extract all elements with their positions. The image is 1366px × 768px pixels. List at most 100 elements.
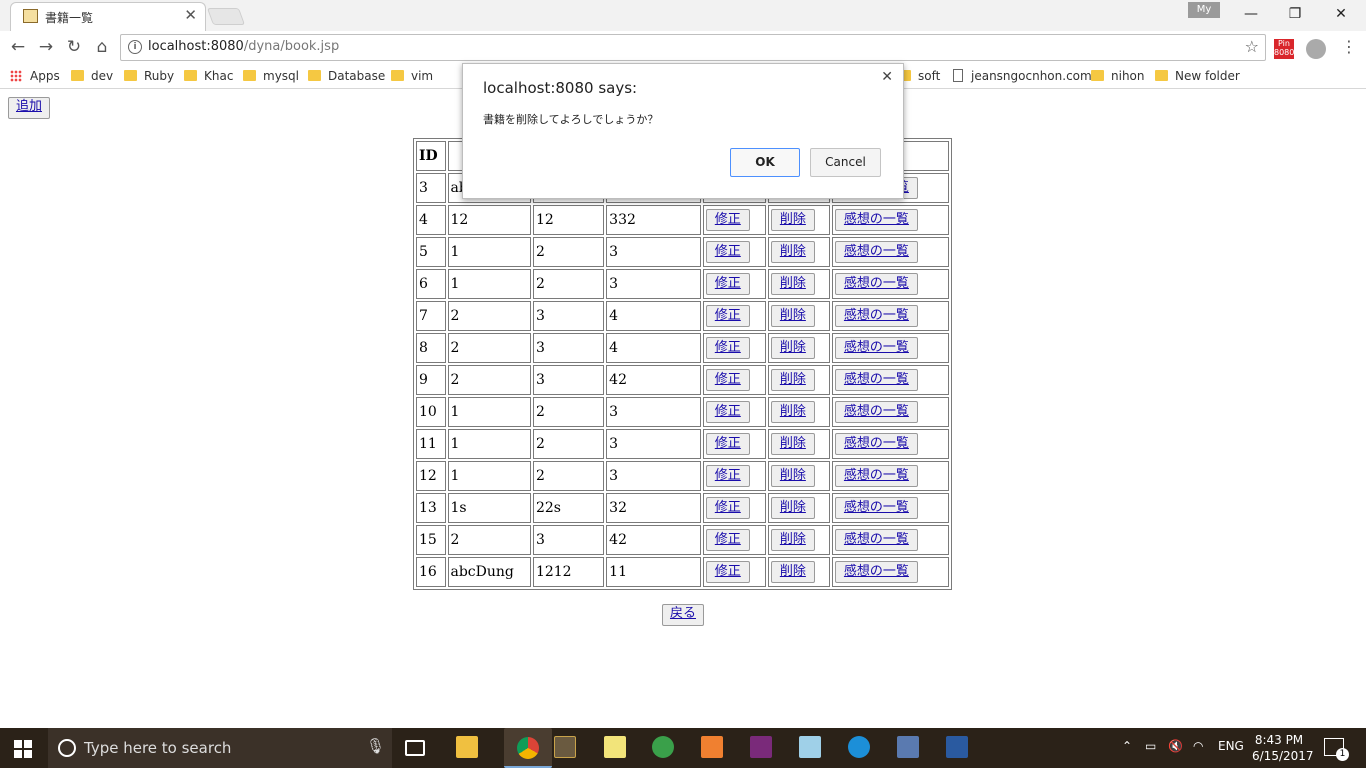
microphone-icon[interactable]: 🎙: [366, 737, 385, 755]
app-icon[interactable]: [750, 736, 772, 758]
cell-id: 3: [416, 173, 446, 203]
delete-button[interactable]: 削除: [770, 401, 815, 423]
minimize-button[interactable]: —: [1228, 2, 1274, 26]
close-tab-icon[interactable]: ✕: [184, 6, 197, 24]
pin-extension-icon[interactable]: Pin 8080: [1274, 39, 1294, 59]
review-list-button[interactable]: 感想の一覧: [834, 273, 918, 295]
address-bar[interactable]: i localhost:8080/dyna/book.jsp ☆: [120, 34, 1266, 61]
cell-col2: 2: [532, 269, 605, 299]
delete-button[interactable]: 削除: [770, 305, 815, 327]
delete-button[interactable]: 削除: [770, 561, 815, 583]
powershell-icon[interactable]: [946, 736, 968, 758]
battery-icon[interactable]: ▭: [1145, 739, 1156, 753]
bookmark-apps[interactable]: Apps: [10, 68, 60, 84]
menu-icon[interactable]: ⋮: [1341, 37, 1357, 56]
cell-col3: 3: [606, 237, 701, 267]
edit-button[interactable]: 修正: [705, 529, 750, 551]
review-list-button[interactable]: 感想の一覧: [834, 209, 918, 231]
extension-icon[interactable]: [1306, 39, 1326, 59]
reload-icon[interactable]: ↻: [62, 36, 86, 58]
edit-button[interactable]: 修正: [705, 561, 750, 583]
task-view-icon[interactable]: [405, 740, 425, 756]
review-list-button[interactable]: 感想の一覧: [834, 561, 918, 583]
edit-button[interactable]: 修正: [705, 305, 750, 327]
edit-button[interactable]: 修正: [705, 401, 750, 423]
bookmark-page-jeansngocnhon[interactable]: jeansngocnhon.com: [951, 68, 1092, 84]
app-icon-2[interactable]: [799, 736, 821, 758]
profile-badge[interactable]: My: [1188, 2, 1220, 18]
browser-tab[interactable]: 書籍一覧 ✕: [10, 2, 206, 31]
back-arrow-icon[interactable]: ←: [6, 36, 30, 58]
action-center-icon[interactable]: 1: [1324, 738, 1349, 761]
delete-button[interactable]: 削除: [770, 433, 815, 455]
folder-icon: [308, 70, 321, 81]
edit-button[interactable]: 修正: [705, 209, 750, 231]
wifi-icon[interactable]: ◠: [1193, 739, 1203, 753]
cell-col2: 3: [532, 301, 605, 331]
dialog-close-icon[interactable]: ✕: [881, 69, 893, 85]
review-list-button[interactable]: 感想の一覧: [834, 465, 918, 487]
delete-button[interactable]: 削除: [770, 337, 815, 359]
delete-button[interactable]: 削除: [770, 369, 815, 391]
cell-id: 8: [416, 333, 446, 363]
bookmark-folder-vim[interactable]: vim: [391, 68, 433, 84]
file-explorer-icon[interactable]: [456, 736, 478, 758]
network-tool-icon[interactable]: [652, 736, 674, 758]
edit-button[interactable]: 修正: [705, 337, 750, 359]
delete-button[interactable]: 削除: [770, 465, 815, 487]
chrome-taskbar-icon[interactable]: [504, 728, 552, 768]
edit-button[interactable]: 修正: [705, 241, 750, 263]
review-list-button[interactable]: 感想の一覧: [834, 529, 918, 551]
review-list-button[interactable]: 感想の一覧: [834, 369, 918, 391]
bookmark-folder-dev[interactable]: dev: [71, 68, 113, 84]
bookmark-folder-new-folder[interactable]: New folder: [1155, 68, 1240, 84]
review-list-button[interactable]: 感想の一覧: [834, 401, 918, 423]
home-icon[interactable]: ⌂: [90, 36, 114, 58]
close-window-button[interactable]: ✕: [1318, 2, 1364, 26]
bookmark-folder-mysql[interactable]: mysql: [243, 68, 299, 84]
review-list-button[interactable]: 感想の一覧: [834, 241, 918, 263]
review-list-button[interactable]: 感想の一覧: [834, 497, 918, 519]
edit-button[interactable]: 修正: [705, 369, 750, 391]
sticky-notes-icon[interactable]: [604, 736, 626, 758]
bookmark-folder-khac[interactable]: Khac: [184, 68, 233, 84]
delete-button[interactable]: 削除: [770, 529, 815, 551]
delete-button[interactable]: 削除: [770, 241, 815, 263]
url-text[interactable]: localhost:8080/dyna/book.jsp: [148, 39, 339, 54]
bookmark-folder-soft[interactable]: soft: [898, 68, 940, 84]
delete-button[interactable]: 削除: [770, 497, 815, 519]
edit-button[interactable]: 修正: [705, 433, 750, 455]
teamviewer-icon[interactable]: [848, 736, 870, 758]
delete-button[interactable]: 削除: [770, 209, 815, 231]
edit-button[interactable]: 修正: [705, 465, 750, 487]
cell-action: 削除: [767, 365, 830, 395]
volume-muted-icon[interactable]: 🔇: [1168, 739, 1183, 753]
info-icon[interactable]: i: [128, 40, 142, 54]
cancel-button[interactable]: Cancel: [810, 148, 881, 177]
bookmark-folder-database[interactable]: Database: [308, 68, 385, 84]
review-list-button[interactable]: 感想の一覧: [834, 337, 918, 359]
back-button[interactable]: 戻る: [662, 604, 704, 626]
delete-button[interactable]: 削除: [770, 273, 815, 295]
new-tab-button[interactable]: [206, 8, 246, 25]
bookmark-folder-nihon[interactable]: nihon: [1091, 68, 1145, 84]
xampp-icon[interactable]: [701, 736, 723, 758]
system-clock[interactable]: 8:43 PM 6/15/2017: [1252, 732, 1314, 764]
ok-button[interactable]: OK: [730, 148, 800, 177]
show-hidden-icons-chevron-icon[interactable]: ⌃: [1122, 739, 1132, 753]
review-list-button[interactable]: 感想の一覧: [834, 433, 918, 455]
remote-desktop-icon[interactable]: [897, 736, 919, 758]
edit-button[interactable]: 修正: [705, 497, 750, 519]
input-language[interactable]: ENG: [1218, 739, 1244, 753]
cell-id: 7: [416, 301, 446, 331]
sublime-text-icon[interactable]: [554, 736, 576, 758]
restore-button[interactable]: ❐: [1272, 2, 1318, 26]
forward-arrow-icon[interactable]: →: [34, 36, 58, 58]
windows-start-icon[interactable]: [14, 740, 32, 758]
bookmark-folder-ruby[interactable]: Ruby: [124, 68, 174, 84]
bookmark-star-icon[interactable]: ☆: [1245, 37, 1259, 56]
review-list-button[interactable]: 感想の一覧: [834, 305, 918, 327]
edit-button[interactable]: 修正: [705, 273, 750, 295]
add-book-button[interactable]: 追加: [8, 97, 50, 119]
taskbar-search-box[interactable]: Type here to search 🎙: [48, 728, 392, 768]
